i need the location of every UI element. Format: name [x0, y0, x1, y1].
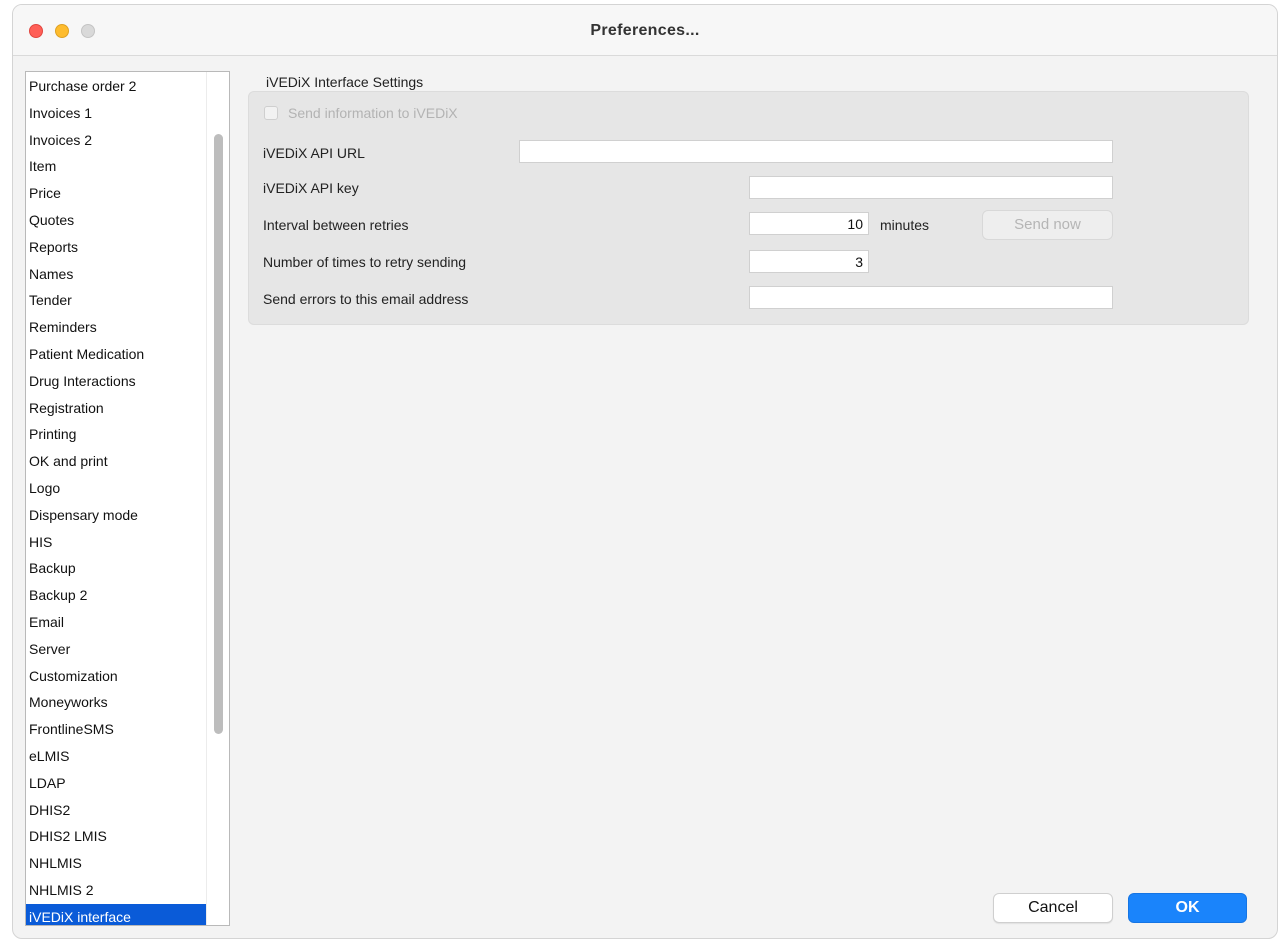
error-email-input[interactable] — [749, 286, 1113, 309]
sidebar-item[interactable]: Reports — [26, 234, 207, 261]
sidebar-item[interactable]: Patient Medication — [26, 341, 207, 368]
sidebar-item[interactable]: Names — [26, 261, 207, 288]
ok-button[interactable]: OK — [1128, 893, 1247, 923]
sidebar-item[interactable]: Item — [26, 153, 207, 180]
api-url-input[interactable] — [519, 140, 1113, 163]
retry-count-label: Number of times to retry sending — [263, 254, 467, 270]
sidebar-item[interactable]: LDAP — [26, 770, 207, 797]
retry-interval-unit: minutes — [880, 217, 930, 233]
send-information-checkbox[interactable] — [264, 106, 278, 120]
retry-count-input[interactable] — [749, 250, 869, 273]
sidebar-item[interactable]: HIS — [26, 529, 207, 556]
sidebar-item[interactable]: Customization — [26, 663, 207, 690]
sidebar-scroll-thumb[interactable] — [214, 134, 223, 734]
retry-interval-label: Interval between retries — [263, 217, 409, 233]
ivedix-settings-group: Send information to iVEDiX iVEDiX API UR… — [248, 91, 1249, 325]
title-bar: Preferences... — [13, 5, 1277, 56]
api-url-label: iVEDiX API URL — [263, 145, 365, 161]
preferences-window: Preferences... Purchase order 2 Invoices … — [12, 4, 1278, 939]
window-title: Preferences... — [590, 22, 700, 39]
send-information-label: Send information to iVEDiX — [288, 105, 458, 121]
sidebar-item[interactable]: Logo — [26, 475, 207, 502]
sidebar-item[interactable]: Price — [26, 180, 207, 207]
sidebar-item[interactable]: FrontlineSMS — [26, 716, 207, 743]
sidebar-item[interactable]: iVEDiX interface — [26, 903, 207, 925]
sidebar-item[interactable]: Dispensary mode — [26, 502, 207, 529]
error-email-label: Send errors to this email address — [263, 291, 469, 307]
sidebar-item[interactable]: Drug Interactions — [26, 368, 207, 395]
cancel-button[interactable]: Cancel — [993, 893, 1113, 923]
sidebar-item[interactable]: eLMIS — [26, 743, 207, 770]
send-now-button[interactable]: Send now — [982, 210, 1113, 240]
api-key-label: iVEDiX API key — [263, 180, 359, 196]
category-list: Purchase order 2 Invoices 1 Invoices 2 Item… — [26, 73, 207, 925]
preferences-category-list[interactable]: Purchase order 2 Invoices 1 Invoices 2 Item… — [25, 71, 230, 926]
sidebar-item[interactable]: Moneyworks — [26, 689, 207, 716]
sidebar-item[interactable]: Reminders — [26, 314, 207, 341]
sidebar-item[interactable]: OK and print — [26, 448, 207, 475]
sidebar-item[interactable]: Email — [26, 609, 207, 636]
sidebar-item[interactable]: NHLMIS 2 — [26, 877, 207, 904]
sidebar-item[interactable]: Backup — [26, 555, 207, 582]
section-title: iVEDiX Interface Settings — [266, 74, 424, 90]
sidebar-item[interactable]: NHLMIS — [26, 850, 207, 877]
send-information-row: Send information to iVEDiX — [264, 105, 458, 121]
sidebar-item[interactable]: Tender — [26, 287, 207, 314]
sidebar-item[interactable]: Backup 2 — [26, 582, 207, 609]
sidebar-item[interactable]: Printing — [26, 421, 207, 448]
sidebar-item[interactable]: Purchase order 2 — [26, 73, 207, 100]
sidebar-item[interactable]: DHIS2 LMIS — [26, 823, 207, 850]
sidebar-item[interactable]: Quotes — [26, 207, 207, 234]
sidebar-item[interactable]: Invoices 1 — [26, 100, 207, 127]
sidebar-item[interactable]: Server — [26, 636, 207, 663]
sidebar-item[interactable]: Invoices 2 — [26, 127, 207, 154]
api-key-input[interactable] — [749, 176, 1113, 199]
sidebar-item[interactable]: Registration — [26, 395, 207, 422]
sidebar-item[interactable]: DHIS2 — [26, 797, 207, 824]
sidebar-scrollbar[interactable] — [206, 72, 229, 925]
retry-interval-input[interactable] — [749, 212, 869, 235]
